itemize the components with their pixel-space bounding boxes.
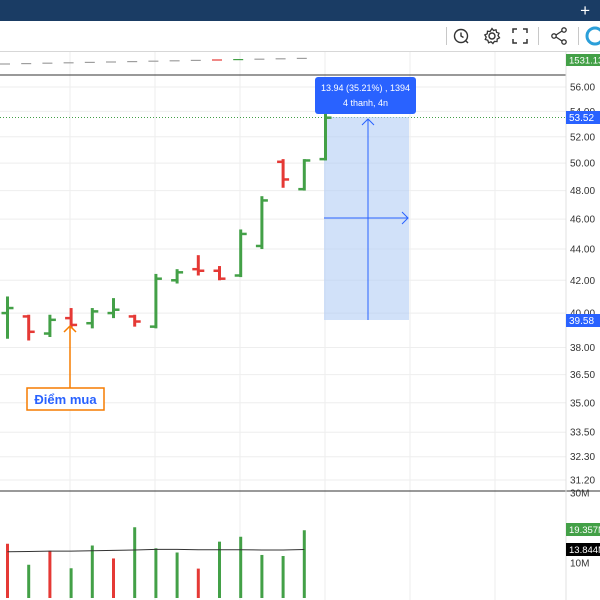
measure-label-bars: 4 thanh, 4n	[343, 98, 388, 108]
price-tick-label: 48.00	[570, 186, 595, 197]
toolbar-separator	[446, 27, 447, 45]
add-tab-button[interactable]: +	[580, 0, 590, 21]
price-tick-label: 44.00	[570, 245, 595, 256]
measure-tool: 13.94 (35.21%) , 1394 4 thanh, 4n	[315, 77, 416, 320]
price-tick-label: 33.50	[570, 428, 595, 439]
price-chart[interactable]: 13.94 (35.21%) , 1394 4 thanh, 4n Điểm m…	[0, 52, 600, 600]
measure-label-change: 13.94 (35.21%) , 1394	[321, 83, 410, 93]
entry-price-text: 39.58	[569, 316, 594, 327]
price-tick-label: 56.00	[570, 83, 595, 94]
top-header-bar: +	[0, 0, 600, 21]
volume-ma-text: 13.844M	[569, 545, 600, 556]
app-logo-icon[interactable]	[584, 25, 600, 47]
price-tick-label: 52.00	[570, 132, 595, 143]
ohlc-bars	[1, 113, 332, 341]
alert-clock-icon[interactable]	[451, 25, 473, 47]
indicator-value-text: 1531.13	[569, 56, 600, 67]
current-price-text: 53.52	[569, 113, 594, 124]
chart-grid	[0, 52, 566, 600]
toolbar-separator	[538, 27, 539, 45]
indicator-dashes	[0, 57, 307, 65]
chart-toolbar	[0, 21, 600, 52]
price-tick-label: 50.00	[570, 159, 595, 170]
price-tick-label: 42.00	[570, 276, 595, 287]
volume-tick-label: 30M	[570, 489, 589, 500]
volume-tick-label: 10M	[570, 559, 589, 570]
price-tick-label: 46.00	[570, 215, 595, 226]
annotation-label: Điểm mua	[34, 392, 97, 407]
price-tick-label: 32.30	[570, 452, 595, 463]
share-icon[interactable]	[548, 25, 570, 47]
price-axis: 56.0054.0052.0050.0048.0046.0044.0042.00…	[570, 83, 595, 487]
price-tick-label: 38.00	[570, 343, 595, 354]
gear-icon[interactable]	[481, 25, 503, 47]
price-tick-label: 31.20	[570, 476, 595, 487]
toolbar-separator	[578, 27, 579, 45]
fullscreen-icon[interactable]	[509, 25, 531, 47]
volume-bars	[6, 527, 306, 598]
price-tick-label: 35.00	[570, 398, 595, 409]
volume-value-text: 19.357M	[569, 525, 600, 536]
price-tick-label: 36.50	[570, 370, 595, 381]
buy-point-annotation: Điểm mua	[26, 324, 105, 411]
